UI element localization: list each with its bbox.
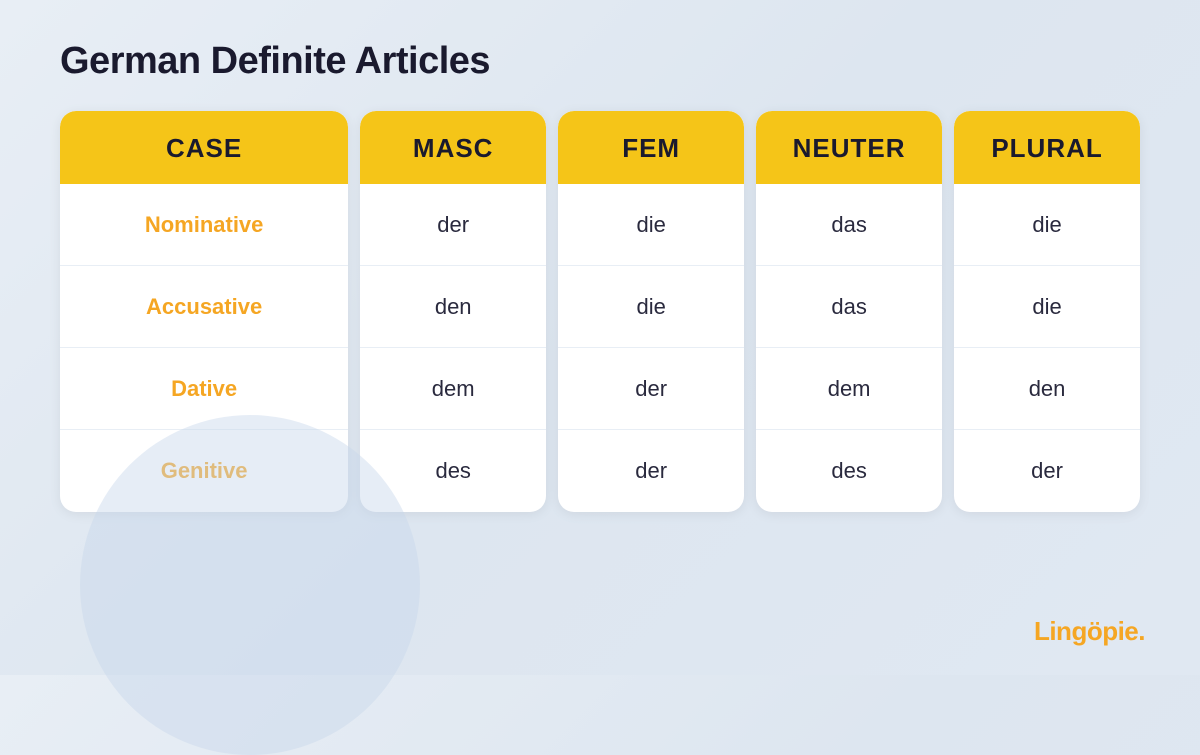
cell-fem-accusative: die [558, 266, 744, 348]
cell-fem-nominative: die [558, 184, 744, 266]
col-header-plural: PLURAL [954, 111, 1140, 184]
cell-plural-nominative: die [954, 184, 1140, 266]
cell-case-accusative: Accusative [60, 266, 348, 348]
cell-masc-genitive: des [360, 430, 546, 512]
page-title: German Definite Articles [60, 40, 490, 83]
cell-fem-dative: der [558, 348, 744, 430]
cell-neuter-dative: dem [756, 348, 942, 430]
col-header-neuter: NEUTER [756, 111, 942, 184]
cell-neuter-genitive: des [756, 430, 942, 512]
cell-neuter-nominative: das [756, 184, 942, 266]
cell-case-nominative: Nominative [60, 184, 348, 266]
cell-case-dative: Dative [60, 348, 348, 430]
cell-plural-accusative: die [954, 266, 1140, 348]
column-masc: MASC der den dem des [360, 111, 546, 512]
col-body-case: Nominative Accusative Dative Genitive [60, 184, 348, 512]
cell-fem-genitive: der [558, 430, 744, 512]
cell-masc-nominative: der [360, 184, 546, 266]
brand-logo: Lingöpie. [1034, 616, 1145, 647]
cell-neuter-accusative: das [756, 266, 942, 348]
column-fem: FEM die die der der [558, 111, 744, 512]
cell-plural-genitive: der [954, 430, 1140, 512]
col-header-case: CASE [60, 111, 348, 184]
col-body-neuter: das das dem des [756, 184, 942, 512]
col-header-fem: FEM [558, 111, 744, 184]
column-plural: PLURAL die die den der [954, 111, 1140, 512]
cell-plural-dative: den [954, 348, 1140, 430]
col-body-fem: die die der der [558, 184, 744, 512]
col-body-masc: der den dem des [360, 184, 546, 512]
col-body-plural: die die den der [954, 184, 1140, 512]
cell-masc-dative: dem [360, 348, 546, 430]
articles-table: CASE Nominative Accusative Dative Geniti… [60, 111, 1140, 512]
column-neuter: NEUTER das das dem des [756, 111, 942, 512]
cell-case-genitive: Genitive [60, 430, 348, 512]
col-header-masc: MASC [360, 111, 546, 184]
cell-masc-accusative: den [360, 266, 546, 348]
column-case: CASE Nominative Accusative Dative Geniti… [60, 111, 348, 512]
